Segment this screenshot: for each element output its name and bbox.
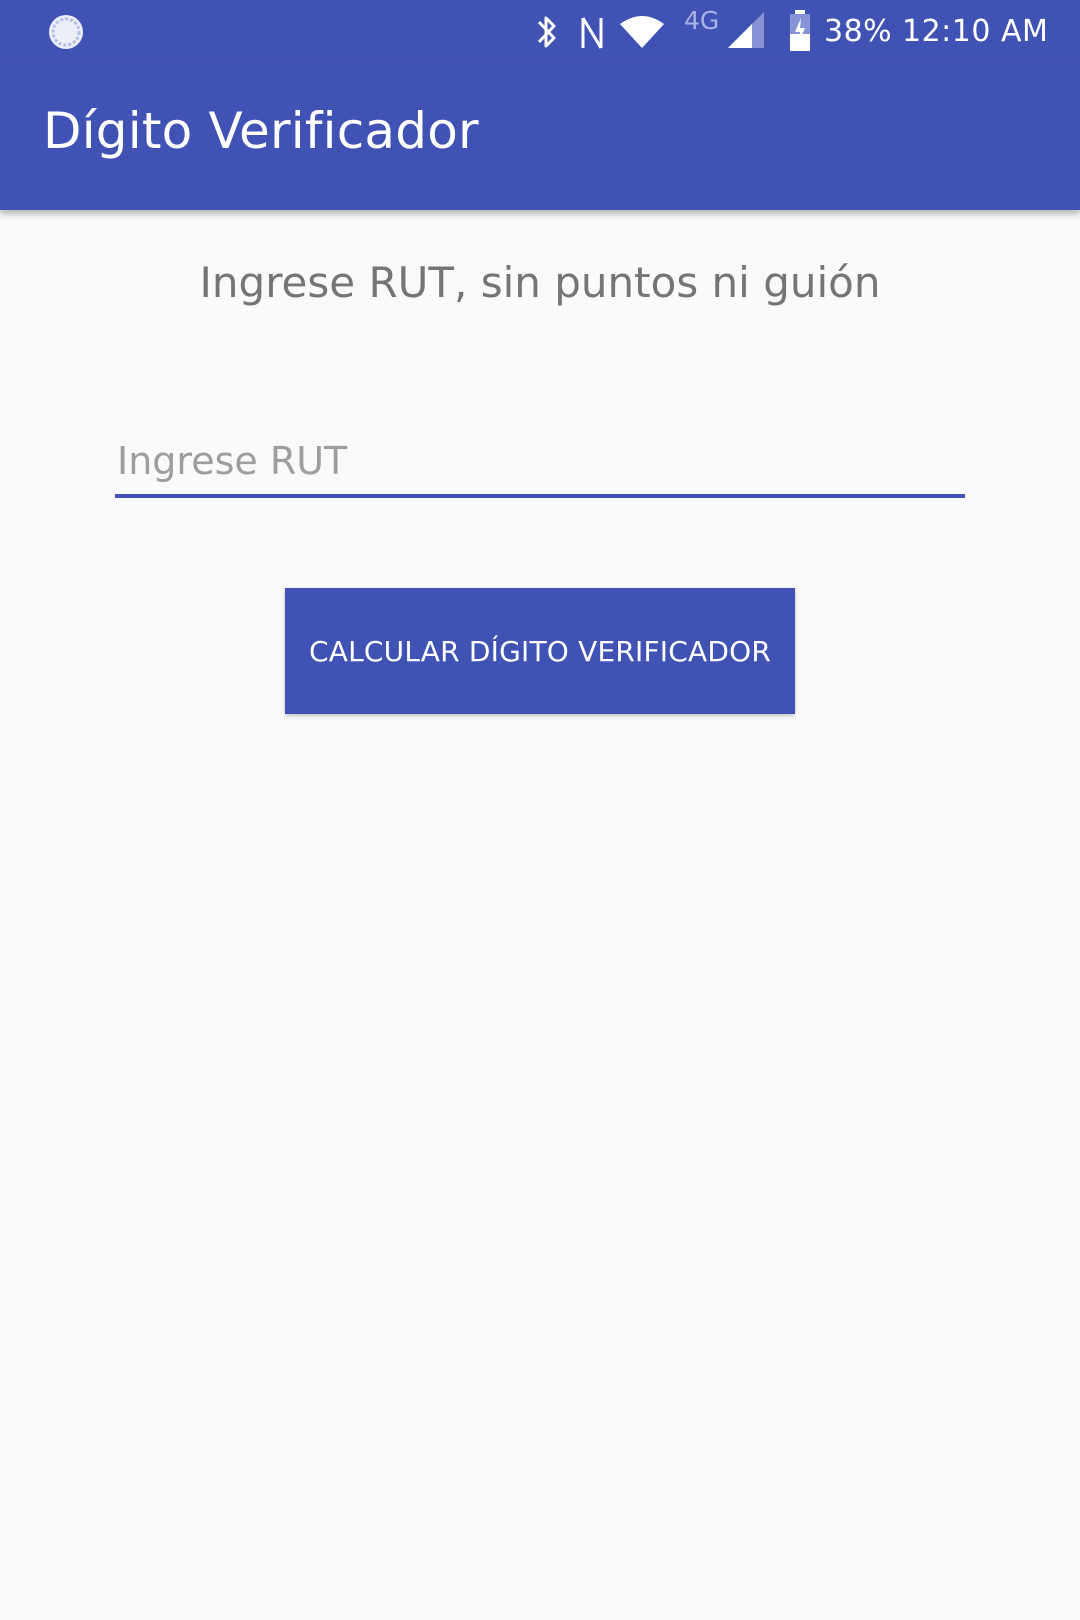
instruction-text: Ingrese RUT, sin puntos ni guión bbox=[199, 258, 881, 307]
status-bar: 4G 38% 12:10 AM bbox=[0, 0, 1080, 64]
battery-percent: 38% bbox=[824, 14, 893, 49]
bluetooth-icon bbox=[537, 16, 556, 48]
nfc-icon bbox=[581, 17, 603, 49]
rut-input[interactable] bbox=[115, 428, 965, 498]
network-type-label: 4G bbox=[684, 6, 720, 35]
sync-icon bbox=[49, 15, 83, 49]
app-toolbar: Dígito Verificador bbox=[0, 64, 1080, 210]
wifi-icon bbox=[620, 16, 664, 48]
clock: 12:10 AM bbox=[902, 14, 1049, 49]
calculate-button[interactable]: CALCULAR DÍGITO VERIFICADOR bbox=[285, 588, 795, 714]
battery-charging-icon bbox=[790, 10, 810, 51]
cell-signal-icon bbox=[728, 12, 764, 48]
toolbar-title: Dígito Verificador bbox=[43, 102, 479, 160]
